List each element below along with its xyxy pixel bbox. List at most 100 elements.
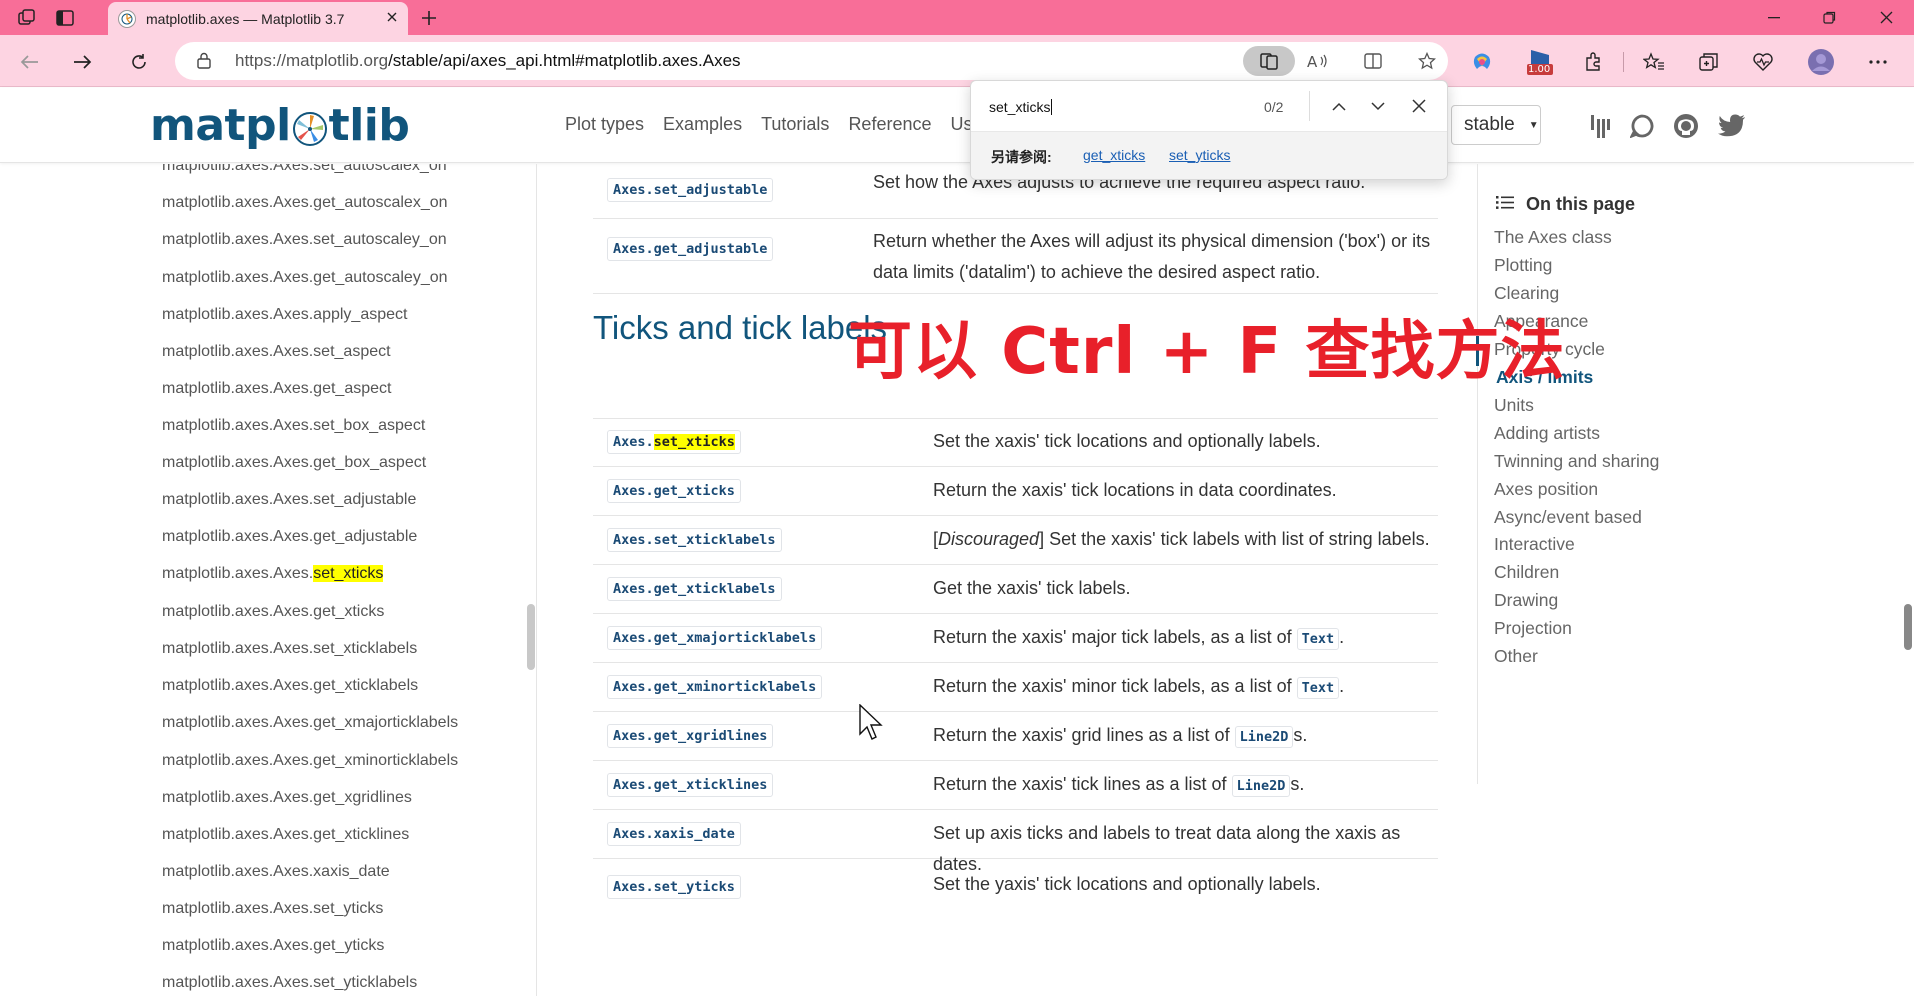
toc-item[interactable]: Children — [1494, 562, 1559, 583]
extension-speed-icon[interactable]: 1.00 — [1520, 47, 1560, 77]
toc-item[interactable]: Plotting — [1494, 255, 1552, 276]
gitter-icon[interactable] — [1584, 110, 1616, 142]
sidebar-item[interactable]: matplotlib.axes.Axes.get_xticks — [162, 603, 384, 621]
twitter-icon[interactable] — [1716, 110, 1748, 142]
nav-examples[interactable]: Examples — [663, 114, 742, 135]
line2d-class-link[interactable]: Line2D — [1234, 726, 1294, 748]
matplotlib-logo[interactable]: matpl tlib — [150, 100, 410, 151]
toc-item[interactable]: Units — [1494, 395, 1534, 416]
forward-icon[interactable] — [68, 47, 98, 77]
nav-reference[interactable]: Reference — [848, 114, 931, 135]
sidebar-item[interactable]: matplotlib.axes.Axes.set_yticks — [162, 900, 383, 918]
sidebar-item[interactable]: matplotlib.axes.Axes.get_aspect — [162, 380, 391, 398]
vertical-tabs-icon[interactable] — [50, 5, 80, 31]
address-bar[interactable]: https://matplotlib.org/stable/api/axes_a… — [175, 42, 1448, 80]
sidebar-item[interactable]: matplotlib.axes.Axes.xaxis_date — [162, 863, 390, 881]
sidebar-item[interactable]: matplotlib.axes.Axes.get_xminorticklabel… — [162, 752, 458, 770]
sidebar-item[interactable]: matplotlib.axes.Axes.get_xticklines — [162, 826, 409, 844]
split-screen-icon[interactable] — [1357, 46, 1389, 76]
tab-title: matplotlib.axes — Matplotlib 3.7 — [146, 10, 345, 27]
tab-matplotlib[interactable]: matplotlib.axes — Matplotlib 3.7 — [108, 2, 408, 35]
see-also-link-get-xticks[interactable]: get_xticks — [1083, 147, 1145, 163]
favorites-icon[interactable] — [1638, 47, 1670, 77]
toc-item[interactable]: Axes position — [1494, 479, 1598, 500]
find-next-icon[interactable] — [1363, 91, 1393, 121]
nav-plot-types[interactable]: Plot types — [565, 114, 644, 135]
see-also-link-set-yticks[interactable]: set_yticks — [1169, 147, 1230, 163]
minimize-icon[interactable] — [1746, 0, 1802, 35]
new-tab-icon[interactable] — [414, 5, 444, 31]
api-link[interactable]: Axes.set_xticklabels — [607, 528, 782, 552]
read-aloud-icon[interactable]: A — [1302, 46, 1334, 76]
sidebar-item[interactable]: matplotlib.axes.Axes.set_adjustable — [162, 491, 416, 509]
sidebar-item[interactable]: matplotlib.axes.Axes.get_xmajorticklabel… — [162, 714, 458, 732]
sidebar-item[interactable]: matplotlib.axes.Axes.get_adjustable — [162, 528, 417, 546]
favorite-star-icon[interactable] — [1411, 46, 1443, 76]
sidebar-item-set-xticks[interactable]: matplotlib.axes.Axes.set_xticks — [162, 565, 384, 583]
sidebar-item[interactable]: matplotlib.axes.Axes.set_autoscaley_on — [162, 231, 447, 249]
profile-avatar[interactable] — [1805, 47, 1837, 77]
text-class-link[interactable]: Text — [1296, 628, 1340, 650]
sidebar-item[interactable]: matplotlib.axes.Axes.get_yticks — [162, 937, 384, 955]
line2d-class-link[interactable]: Line2D — [1231, 775, 1291, 797]
api-link[interactable]: Axes.set_yticks — [607, 875, 741, 899]
tab-close-icon[interactable] — [386, 10, 398, 28]
on-this-page-sidebar: On this page The Axes class Plotting Cle… — [1476, 164, 1914, 996]
refresh-icon[interactable] — [124, 47, 154, 77]
sidebar-item[interactable]: matplotlib.axes.Axes.get_autoscalex_on — [162, 194, 448, 212]
toc-item[interactable]: Adding artists — [1494, 423, 1600, 444]
restore-icon[interactable] — [1801, 0, 1857, 35]
text-class-link[interactable]: Text — [1296, 677, 1340, 699]
sidebar-item[interactable]: matplotlib.axes.Axes.apply_aspect — [162, 306, 407, 324]
workspaces-icon[interactable] — [12, 5, 42, 31]
sidebar-item[interactable]: matplotlib.axes.Axes.get_xgridlines — [162, 789, 412, 807]
toc-item[interactable]: Drawing — [1494, 590, 1558, 611]
more-menu-icon[interactable] — [1862, 47, 1894, 77]
sidebar-scrollbar[interactable] — [527, 604, 535, 670]
sidebar-item[interactable]: matplotlib.axes.Axes.get_autoscaley_on — [162, 269, 448, 287]
page-scrollbar[interactable] — [1904, 604, 1912, 650]
sidebar-item[interactable]: matplotlib.axes.Axes.get_box_aspect — [162, 454, 426, 472]
browser-essentials-icon[interactable] — [1747, 47, 1779, 77]
toc-item[interactable]: Interactive — [1494, 534, 1575, 555]
api-link[interactable]: Axes.get_xticklabels — [607, 577, 782, 601]
sidebar-item[interactable]: matplotlib.axes.Axes.set_box_aspect — [162, 417, 425, 435]
find-close-icon[interactable] — [1404, 91, 1434, 121]
immersive-reader-icon[interactable] — [1243, 46, 1295, 76]
api-link[interactable]: Axes.get_xminorticklabels — [607, 675, 823, 699]
api-link[interactable]: Axes.get_xgridlines — [607, 724, 774, 748]
find-previous-icon[interactable] — [1324, 91, 1354, 121]
toc-item[interactable]: The Axes class — [1494, 227, 1612, 248]
api-link[interactable]: Axes.get_adjustable — [607, 237, 774, 261]
github-icon[interactable] — [1670, 110, 1702, 142]
sidebar-item[interactable]: matplotlib.axes.Axes.get_xticklabels — [162, 677, 418, 695]
sidebar-item[interactable]: matplotlib.axes.Axes.set_yticklabels — [162, 974, 417, 992]
sidebar-item[interactable]: matplotlib.axes.Axes.set_autoscalex_on — [162, 164, 447, 175]
api-link[interactable]: Axes.get_xticks — [607, 479, 741, 503]
toc-item[interactable]: Projection — [1494, 618, 1572, 639]
api-link[interactable]: Axes.set_adjustable — [607, 178, 774, 202]
extensions-icon[interactable] — [1577, 47, 1609, 77]
api-link[interactable]: Axes.get_xticklines — [607, 773, 774, 797]
lock-icon[interactable] — [197, 52, 211, 74]
find-match-count: 0/2 — [1264, 99, 1284, 115]
close-window-icon[interactable] — [1858, 0, 1914, 35]
nav-tutorials[interactable]: Tutorials — [761, 114, 829, 135]
version-dropdown[interactable]: stable ▼ — [1451, 105, 1541, 145]
toc-item[interactable]: Async/event based — [1494, 507, 1642, 528]
url-text[interactable]: https://matplotlib.org/stable/api/axes_a… — [235, 51, 741, 71]
api-link-set-xticks[interactable]: Axes.set_xticks — [607, 430, 741, 454]
browser-toolbar: https://matplotlib.org/stable/api/axes_a… — [0, 35, 1914, 87]
sidebar-item[interactable]: matplotlib.axes.Axes.set_xticklabels — [162, 640, 417, 658]
collections-icon[interactable] — [1693, 47, 1725, 77]
discourse-icon[interactable] — [1626, 110, 1658, 142]
sidebar-item[interactable]: matplotlib.axes.Axes.set_aspect — [162, 343, 391, 361]
copilot-icon[interactable] — [1466, 47, 1498, 77]
api-description-tail: s. — [1290, 774, 1305, 794]
find-input[interactable]: set_xticks — [989, 99, 1053, 115]
toc-item[interactable]: Other — [1494, 646, 1538, 667]
back-icon[interactable] — [14, 47, 44, 77]
toc-item[interactable]: Twinning and sharing — [1494, 451, 1659, 472]
api-link[interactable]: Axes.get_xmajorticklabels — [607, 626, 823, 650]
api-link[interactable]: Axes.xaxis_date — [607, 822, 741, 846]
